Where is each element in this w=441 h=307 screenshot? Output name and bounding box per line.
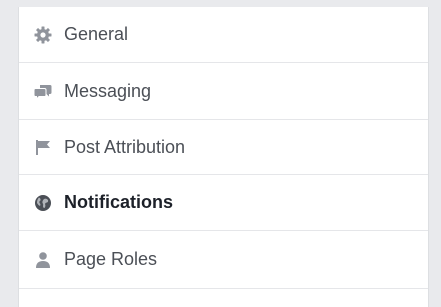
nav-item-messaging[interactable]: Messaging	[19, 63, 428, 120]
flag-icon	[33, 137, 53, 157]
nav-item-general[interactable]: General	[19, 7, 428, 63]
person-icon	[33, 250, 53, 270]
nav-item-label: Messaging	[64, 80, 152, 101]
nav-item-page-roles[interactable]: Page Roles	[19, 231, 428, 289]
settings-nav: General Messaging Post Attribution Notif…	[18, 7, 429, 307]
chat-bubbles-icon	[33, 81, 53, 101]
nav-item-label: Page Roles	[64, 249, 158, 269]
nav-item-post-attribution[interactable]: Post Attribution	[19, 120, 428, 175]
gear-icon	[33, 25, 53, 45]
nav-item-label: General	[64, 24, 129, 44]
globe-icon	[33, 193, 53, 213]
nav-item-label: Notifications	[64, 192, 174, 212]
nav-item-label: Post Attribution	[64, 136, 186, 157]
nav-item-notifications[interactable]: Notifications	[19, 175, 428, 231]
